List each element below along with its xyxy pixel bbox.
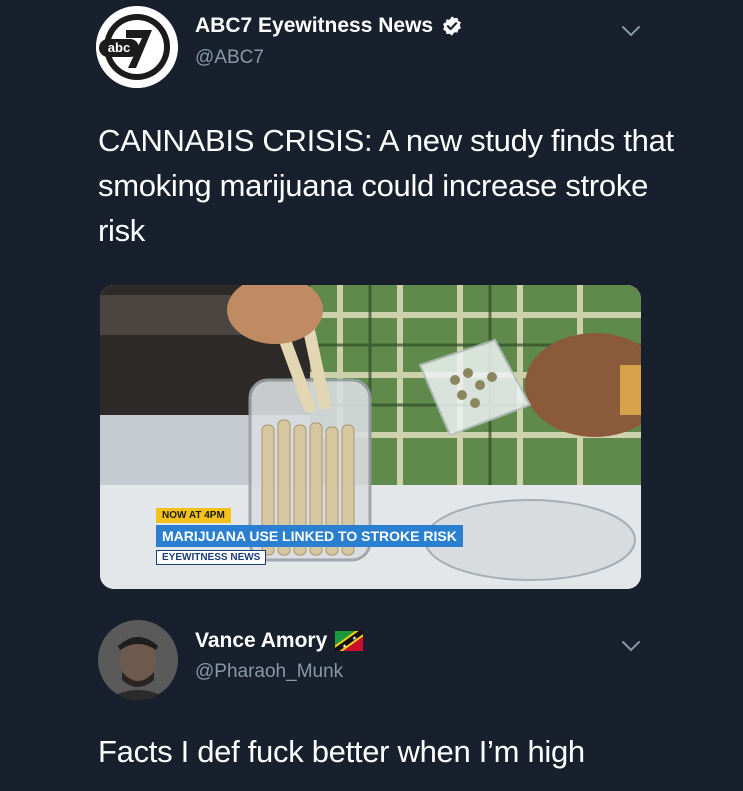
tweet-text: CANNABIS CRISIS: A new study finds that … <box>98 123 674 248</box>
news-lower-third: NOW AT 4PM MARIJUANA USE LINKED TO STROK… <box>156 505 463 565</box>
chevron-down-icon[interactable] <box>620 639 642 653</box>
abc7-logo-icon: abc <box>96 6 178 88</box>
chevron-down-icon[interactable] <box>620 24 642 38</box>
avatar[interactable]: abc <box>96 6 178 88</box>
verified-badge-icon <box>443 16 462 36</box>
station-tag: EYEWITNESS NEWS <box>156 550 267 565</box>
handle[interactable]: @ABC7 <box>195 47 264 69</box>
news-headline: MARIJUANA USE LINKED TO STROKE RISK <box>156 525 463 547</box>
handle[interactable]: @Pharaoh_Munk <box>195 661 343 683</box>
avatar[interactable] <box>98 620 178 700</box>
user-photo <box>98 620 178 700</box>
flag-icon <box>335 631 364 651</box>
display-name[interactable]: Vance Amory <box>195 629 327 653</box>
display-name[interactable]: ABC7 Eyewitness News <box>195 14 433 38</box>
tweet-text: Facts I def fuck better when I’m high <box>98 734 585 769</box>
tweet-media-image[interactable]: NOW AT 4PM MARIJUANA USE LINKED TO STROK… <box>100 285 641 589</box>
now-tag: NOW AT 4PM <box>156 508 231 523</box>
svg-text:abc: abc <box>108 40 130 55</box>
